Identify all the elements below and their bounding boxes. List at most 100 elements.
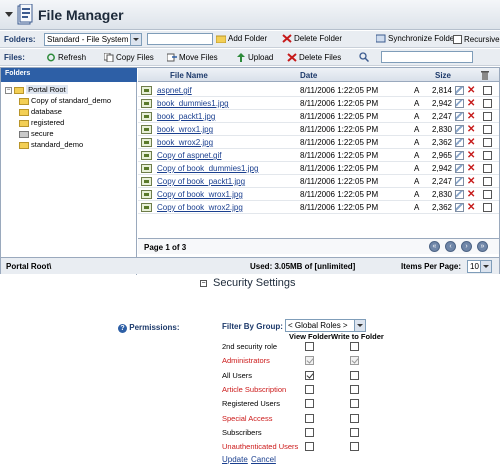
page-title: File Manager: [38, 7, 124, 23]
image-file-icon: [141, 151, 152, 160]
view-folder-checkbox[interactable]: [305, 413, 314, 423]
view-folder-checkbox[interactable]: [305, 384, 314, 394]
view-folder-checkbox[interactable]: [305, 356, 314, 366]
update-link[interactable]: Update: [222, 455, 248, 464]
file-manager-icon: [17, 4, 33, 25]
edit-icon[interactable]: [455, 125, 464, 134]
table-row[interactable]: book_wrox1.jpg 8/11/2006 1:22:05 PM A 2,830…: [138, 123, 499, 136]
delete-icon[interactable]: ✕: [467, 176, 475, 187]
edit-icon[interactable]: [455, 86, 464, 95]
delete-folder-button[interactable]: Delete Folder: [282, 34, 342, 44]
upload-button[interactable]: Upload: [236, 53, 273, 63]
collapse-toggle-icon[interactable]: −: [5, 86, 12, 94]
last-page-icon[interactable]: »: [477, 241, 488, 252]
tree-item[interactable]: secure: [19, 129, 54, 138]
search-input[interactable]: [381, 51, 473, 63]
column-size[interactable]: Size: [435, 71, 451, 80]
delete-icon[interactable]: ✕: [467, 163, 475, 174]
delete-icon[interactable]: ✕: [467, 98, 475, 109]
table-row[interactable]: Copy of book_wrox2.jpg 8/11/2006 1:22:05 …: [138, 201, 499, 214]
help-icon[interactable]: ?: [118, 324, 127, 333]
table-row[interactable]: book_wrox2.jpg 8/11/2006 1:22:05 PM A 2,362…: [138, 136, 499, 149]
table-row[interactable]: aspnet.gif 8/11/2006 1:22:05 PM A 2,814 ✕: [138, 84, 499, 97]
write-folder-checkbox[interactable]: [350, 370, 359, 380]
edit-icon[interactable]: [455, 151, 464, 160]
delete-icon[interactable]: ✕: [467, 124, 475, 135]
cancel-link[interactable]: Cancel: [251, 455, 276, 464]
synchronize-folder-button[interactable]: Synchronize Folder: [376, 34, 457, 43]
delete-icon[interactable]: ✕: [467, 189, 475, 200]
move-files-button[interactable]: Move Files: [167, 53, 218, 62]
recursive-checkbox[interactable]: [453, 35, 462, 44]
file-name-link[interactable]: Copy of aspnet.gif: [157, 151, 221, 160]
edit-icon[interactable]: [455, 164, 464, 173]
file-name-link[interactable]: book_wrox2.jpg: [157, 138, 213, 147]
file-name-link[interactable]: Copy of book_packt1.jpg: [157, 177, 245, 186]
tree-item[interactable]: database: [19, 107, 62, 116]
table-row[interactable]: Copy of aspnet.gif 8/11/2006 1:22:05 PM A 2…: [138, 149, 499, 162]
edit-icon[interactable]: [455, 177, 464, 186]
folder-icon: [19, 119, 29, 127]
delete-icon[interactable]: ✕: [467, 150, 475, 161]
write-folder-checkbox[interactable]: [350, 413, 359, 423]
copy-files-button[interactable]: Copy Files: [104, 53, 154, 63]
trash-icon[interactable]: [480, 70, 490, 80]
collapse-toggle-icon[interactable]: −: [200, 279, 207, 287]
file-name-link[interactable]: book_packt1.jpg: [157, 112, 215, 121]
tree-root[interactable]: − Portal Root: [5, 85, 68, 94]
tree-item[interactable]: registered: [19, 118, 64, 127]
table-row[interactable]: book_dummies1.jpg 8/11/2006 1:22:05 PM A 2,…: [138, 97, 499, 110]
file-size: 2,362: [431, 138, 452, 147]
pager-bar: Page 1 of 3 « ‹ › »: [138, 238, 499, 254]
file-name-link[interactable]: book_dummies1.jpg: [157, 99, 229, 108]
write-folder-checkbox[interactable]: [350, 399, 359, 409]
view-folder-checkbox[interactable]: [305, 399, 314, 409]
file-name-link[interactable]: aspnet.gif: [157, 86, 192, 95]
edit-icon[interactable]: [455, 190, 464, 199]
folder-type-select[interactable]: Standard - File System: [44, 33, 142, 46]
edit-icon[interactable]: [455, 99, 464, 108]
refresh-button[interactable]: Refresh: [46, 53, 86, 62]
delete-files-button[interactable]: Delete Files: [287, 53, 341, 63]
add-folder-button[interactable]: Add Folder: [216, 34, 267, 44]
search-icon[interactable]: [359, 52, 369, 62]
edit-icon[interactable]: [455, 112, 464, 121]
edit-icon[interactable]: [455, 203, 464, 212]
collapse-triangle-icon[interactable]: [5, 12, 13, 17]
view-folder-checkbox[interactable]: [305, 442, 314, 452]
file-name-link[interactable]: Copy of book_dummies1.jpg: [157, 164, 258, 173]
table-row[interactable]: Copy of book_dummies1.jpg 8/11/2006 1:22:…: [138, 162, 499, 175]
delete-icon[interactable]: ✕: [467, 85, 475, 96]
view-folder-checkbox[interactable]: [305, 342, 314, 351]
view-folder-checkbox[interactable]: [305, 370, 314, 380]
new-folder-input[interactable]: [147, 33, 213, 45]
view-folder-checkbox[interactable]: [305, 427, 314, 437]
delete-icon[interactable]: ✕: [467, 202, 475, 213]
write-folder-checkbox[interactable]: [350, 442, 359, 452]
tree-item[interactable]: standard_demo: [19, 140, 83, 149]
items-per-page-select[interactable]: 10: [467, 260, 492, 273]
edit-icon[interactable]: [455, 138, 464, 147]
delete-icon[interactable]: ✕: [467, 111, 475, 122]
write-folder-checkbox[interactable]: [350, 342, 359, 351]
delete-icon[interactable]: ✕: [467, 137, 475, 148]
file-list-scrollbar[interactable]: [486, 84, 496, 236]
tree-item[interactable]: Copy of standard_demo: [19, 96, 111, 105]
first-page-icon[interactable]: «: [429, 241, 440, 252]
column-file-name[interactable]: File Name: [170, 71, 208, 80]
column-date[interactable]: Date: [300, 71, 317, 80]
file-name-link[interactable]: Copy of book_wrox2.jpg: [157, 203, 243, 212]
write-folder-checkbox[interactable]: [350, 356, 359, 366]
write-folder-checkbox[interactable]: [350, 384, 359, 394]
next-page-icon[interactable]: ›: [461, 241, 472, 252]
filter-group-select[interactable]: < Global Roles >: [285, 319, 366, 332]
file-name-link[interactable]: Copy of book_wrox1.jpg: [157, 190, 243, 199]
table-row[interactable]: Copy of book_packt1.jpg 8/11/2006 1:22:05…: [138, 175, 499, 188]
security-header[interactable]: − Security Settings: [200, 277, 296, 289]
write-folder-checkbox[interactable]: [350, 427, 359, 437]
table-row[interactable]: book_packt1.jpg 8/11/2006 1:22:05 PM A 2,24…: [138, 110, 499, 123]
prev-page-icon[interactable]: ‹: [445, 241, 456, 252]
table-row[interactable]: Copy of book_wrox1.jpg 8/11/2006 1:22:05 …: [138, 188, 499, 201]
file-name-link[interactable]: book_wrox1.jpg: [157, 125, 213, 134]
file-attribute: A: [414, 125, 420, 134]
